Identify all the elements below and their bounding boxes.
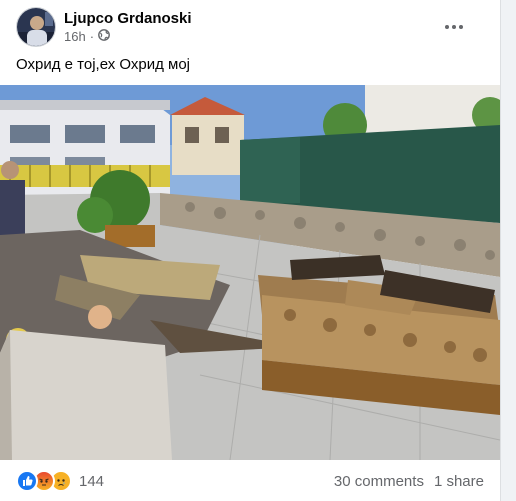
post-meta: 16h · (64, 29, 110, 44)
engagement-counts: 30 comments 1 share (334, 473, 484, 490)
post-text: Охрид е тој,ех Охрид мој (16, 56, 191, 73)
post-time[interactable]: 16h (64, 29, 86, 44)
meta-separator: · (89, 29, 95, 44)
globe-icon[interactable] (98, 29, 110, 44)
post-header: Ljupco Grdanoski 16h · (16, 7, 488, 51)
more-horizontal-icon (445, 25, 463, 29)
more-options-button[interactable] (438, 11, 470, 43)
comments-count[interactable]: 30 comments (334, 473, 424, 490)
shares-count[interactable]: 1 share (434, 473, 484, 490)
reaction-count[interactable]: 144 (79, 473, 104, 490)
post-card: Ljupco Grdanoski 16h · Охрид е тој,ех Ох… (0, 0, 501, 501)
post-photo[interactable] (0, 85, 500, 460)
reaction-icons[interactable] (16, 470, 72, 492)
author-avatar[interactable] (16, 7, 56, 47)
post-footer: 144 30 comments 1 share (16, 466, 484, 496)
like-icon (16, 470, 38, 492)
author-name[interactable]: Ljupco Grdanoski (64, 10, 192, 27)
